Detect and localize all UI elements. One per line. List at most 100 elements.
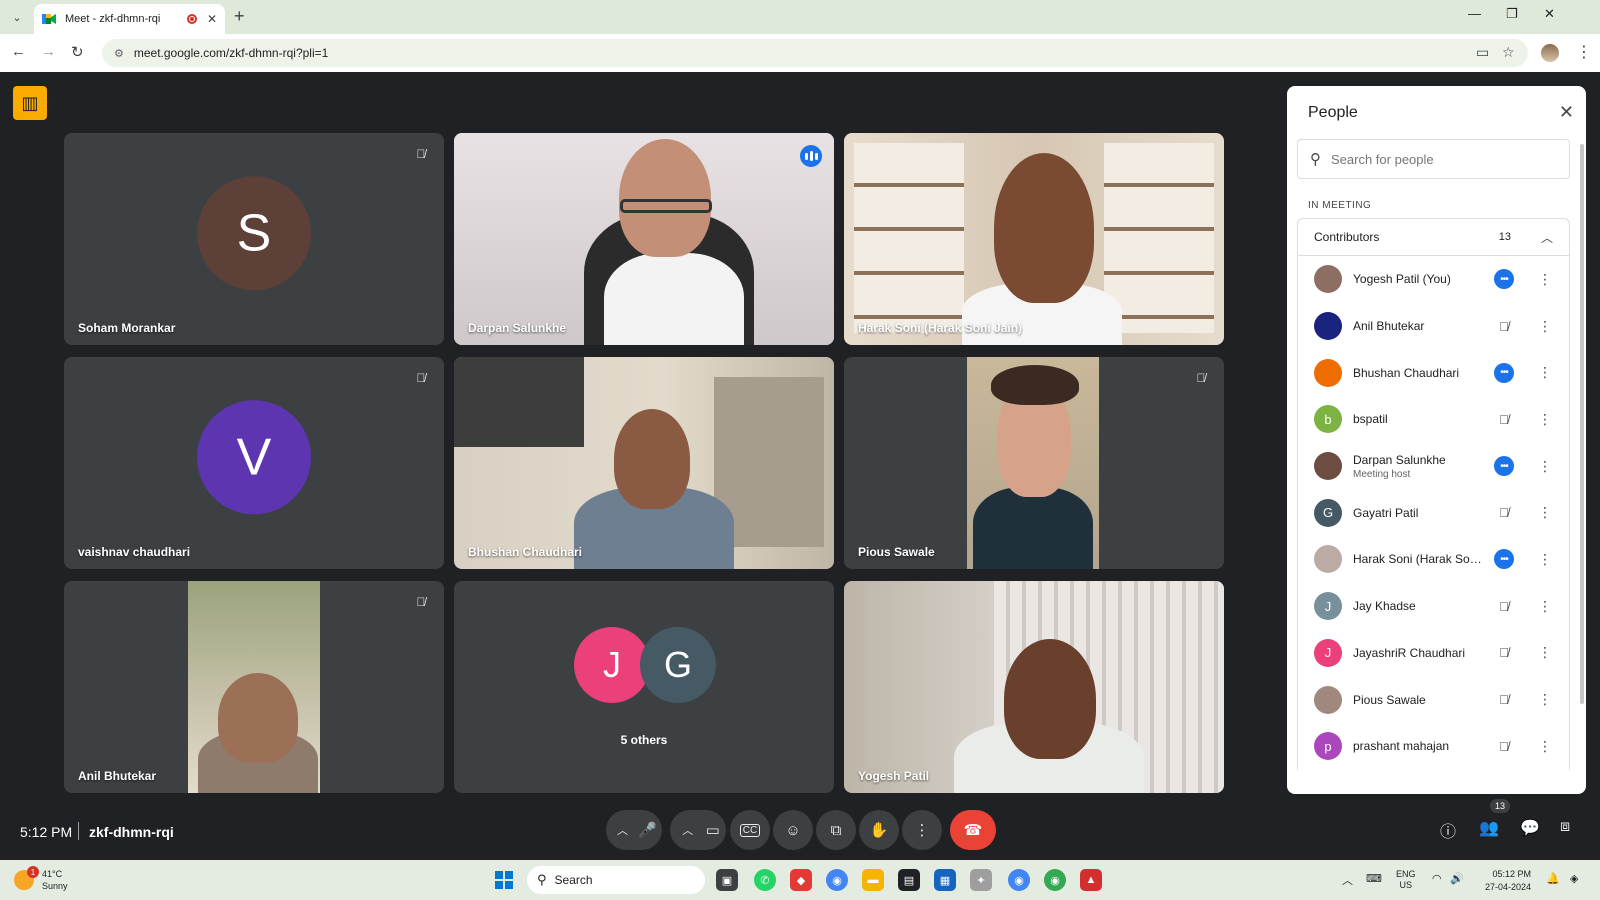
calculator-app-icon[interactable]: ▦ [934, 869, 956, 891]
participant-tile-active[interactable]: Darpan Salunkhe [454, 133, 834, 345]
participant-row[interactable]: p prashant mahajan 🎙̸ ⋮ [1298, 723, 1569, 770]
participant-tile[interactable]: S 🎙̸ Soham Morankar [64, 133, 444, 345]
bookmark-star-icon[interactable]: ☆ [1502, 44, 1515, 61]
more-vert-icon[interactable]: ⋮ [1538, 458, 1552, 475]
tab-close-icon[interactable]: ✕ [207, 12, 217, 26]
participant-name-text: JayashriR Chaudhari [1353, 645, 1466, 660]
search-people-field[interactable]: ⚲ [1297, 139, 1570, 179]
address-bar[interactable]: ⚙ meet.google.com/zkf-dhmn-rqi?pli=1 [102, 39, 1528, 67]
restore-icon[interactable]: ❐ [1506, 6, 1518, 22]
building-badge-icon[interactable]: ▥ [13, 86, 47, 120]
participant-row[interactable]: Bhushan Chaudhari ••• ⋮ [1298, 349, 1569, 396]
camera-button[interactable]: ︿ ▭ [670, 810, 726, 850]
new-tab-icon[interactable]: + [234, 6, 245, 27]
copilot-icon[interactable]: ◈ [1570, 872, 1578, 885]
reactions-button[interactable]: ☺ [773, 810, 813, 850]
chrome-active-icon[interactable]: ◉ [1008, 869, 1030, 891]
whatsapp-icon[interactable]: ✆ [754, 869, 776, 891]
clock-time: 5:12 PM [20, 824, 73, 840]
wifi-icon[interactable]: ◠ [1432, 872, 1442, 885]
anydesk-icon[interactable]: ◆ [790, 869, 812, 891]
tab-list-chevron-icon[interactable]: ⌄ [7, 7, 27, 27]
meeting-details-icon[interactable]: ⓘ [1440, 818, 1456, 842]
more-vert-icon[interactable]: ⋮ [1538, 644, 1552, 661]
more-vert-icon[interactable]: ⋮ [1538, 691, 1552, 708]
activities-icon[interactable]: ⧈ [1560, 818, 1570, 836]
more-vert-icon[interactable]: ⋮ [1538, 598, 1552, 615]
more-vert-icon[interactable]: ⋮ [1538, 738, 1552, 755]
chevron-up-icon[interactable]: ︿ [682, 822, 693, 838]
participant-tile[interactable]: V 🎙̸ vaishnav chaudhari [64, 357, 444, 569]
panel-scrollbar[interactable] [1580, 144, 1584, 704]
notification-bell-icon[interactable]: 🔔 [1546, 872, 1560, 885]
participant-row[interactable]: Anil Bhutekar 🎙̸ ⋮ [1298, 303, 1569, 350]
people-panel: People ✕ ⚲ IN MEETING Contributors 13 ︿ … [1287, 86, 1586, 794]
pdf-reader-icon[interactable]: ▲ [1080, 869, 1102, 891]
raise-hand-button[interactable]: ✋ [859, 810, 899, 850]
search-input[interactable] [1331, 151, 1551, 167]
forward-icon[interactable]: → [41, 43, 56, 60]
people-icon[interactable]: 👥 [1479, 818, 1499, 838]
back-icon[interactable]: ← [11, 43, 26, 60]
app-icon[interactable]: ✦ [970, 869, 992, 891]
participant-row[interactable]: J JayashriR Chaudhari 🎙̸ ⋮ [1298, 630, 1569, 677]
chevron-up-icon[interactable]: ︿ [617, 822, 628, 838]
others-tile[interactable]: J G 5 others [454, 581, 834, 793]
more-vert-icon[interactable]: ⋮ [1538, 411, 1552, 428]
participant-row[interactable]: Yogesh Patil (You) ••• ⋮ [1298, 256, 1569, 303]
participant-row[interactable]: Harak Soni (Harak Soni ... ••• ⋮ [1298, 536, 1569, 583]
participant-row[interactable]: Darpan Salunkhe Meeting host ••• ⋮ [1298, 443, 1569, 490]
browser-tab-meet[interactable]: Meet - zkf-dhmn-rqi ✕ [34, 4, 225, 34]
reload-icon[interactable]: ↻ [71, 43, 84, 61]
mic-off-icon: 🎙̸ [1499, 738, 1509, 754]
participant-row[interactable]: G Gayatri Patil 🎙̸ ⋮ [1298, 489, 1569, 536]
more-vert-icon[interactable]: ⋮ [1538, 271, 1552, 288]
chat-icon[interactable]: 💬 [1520, 818, 1540, 838]
profile-avatar[interactable] [1541, 44, 1559, 62]
task-view-icon[interactable]: ▣ [716, 869, 738, 891]
more-vert-icon[interactable]: ⋮ [1538, 504, 1552, 521]
participant-row[interactable]: Pious Sawale 🎙̸ ⋮ [1298, 676, 1569, 723]
camera-in-use-icon[interactable]: ▭ [1476, 44, 1489, 61]
volume-icon[interactable]: 🔊 [1450, 872, 1464, 885]
close-icon[interactable]: ✕ [1559, 102, 1574, 123]
participant-row[interactable]: J Jay Khadse 🎙̸ ⋮ [1298, 583, 1569, 630]
weather-widget[interactable]: 1 41°C Sunny [14, 866, 68, 892]
chrome-profile-icon[interactable]: ◉ [1044, 869, 1066, 891]
contributors-group-header[interactable]: Contributors 13 ︿ [1297, 218, 1570, 256]
site-info-icon[interactable]: ⚙ [114, 47, 124, 60]
participant-tile[interactable]: 🎙̸ Anil Bhutekar [64, 581, 444, 793]
minimize-icon[interactable]: — [1468, 6, 1481, 21]
taskbar-search[interactable]: ⚲ Search [527, 866, 705, 894]
microphone-button[interactable]: ︿ 🎤 [606, 810, 662, 850]
video-feed [844, 133, 1224, 345]
present-button[interactable]: ⧉ [816, 810, 856, 850]
language-indicator[interactable]: ENG US [1396, 869, 1416, 891]
more-vert-icon[interactable]: ⋮ [1538, 318, 1552, 335]
leave-call-button[interactable]: ☎ [950, 810, 996, 850]
avatar: J [574, 627, 650, 703]
tray-overflow-icon[interactable]: ︿ [1342, 872, 1353, 888]
more-vert-icon[interactable]: ⋮ [1538, 551, 1552, 568]
participant-tile[interactable]: Yogesh Patil [844, 581, 1224, 793]
file-explorer-icon[interactable]: ▬ [862, 869, 884, 891]
participant-name: Bhushan Chaudhari [468, 545, 583, 559]
chrome-icon[interactable]: ◉ [826, 869, 848, 891]
participant-row[interactable]: b bspatil 🎙̸ ⋮ [1298, 396, 1569, 443]
more-vert-icon[interactable]: ⋮ [1538, 364, 1552, 381]
keyboard-icon[interactable]: ⌨ [1366, 872, 1382, 885]
participant-name-text: prashant mahajan [1353, 739, 1450, 754]
participant-tile[interactable]: Harak Soni (Harak Soni Jain) [844, 133, 1224, 345]
avatar [1314, 685, 1342, 714]
windows-start-icon[interactable] [495, 871, 513, 889]
avatar: J [1314, 638, 1342, 667]
window-close-icon[interactable]: ✕ [1544, 6, 1555, 22]
captions-button[interactable]: CC [730, 810, 770, 850]
more-options-button[interactable]: ⋮ [902, 810, 942, 850]
participant-tile[interactable]: Bhushan Chaudhari [454, 357, 834, 569]
chevron-up-icon[interactable]: ︿ [1541, 229, 1553, 246]
participant-tile[interactable]: 🎙̸ Pious Sawale [844, 357, 1224, 569]
system-clock[interactable]: 05:12 PM 27-04-2024 [1485, 868, 1531, 894]
sticky-notes-icon[interactable]: ▤ [898, 869, 920, 891]
browser-menu-icon[interactable]: ⋮ [1576, 42, 1592, 62]
